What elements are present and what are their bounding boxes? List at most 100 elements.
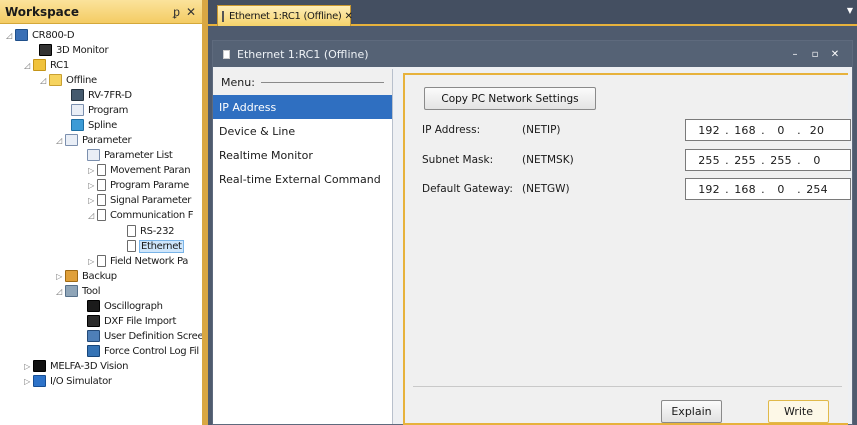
minimize-icon[interactable]: –: [788, 49, 802, 60]
close-icon[interactable]: ✕: [186, 5, 196, 19]
force-control-icon: [87, 345, 100, 357]
field-label: IP Address:: [422, 124, 481, 136]
tree-item-user-definition-screen[interactable]: User Definition Scree: [86, 329, 204, 343]
tree-item-label: Program Parame: [110, 179, 190, 191]
tree-item-dxf-file-import[interactable]: DXF File Import: [86, 314, 177, 328]
tree-item-io-simulator[interactable]: ▷ I/O Simulator: [22, 374, 113, 388]
tree-item-rs-232[interactable]: RS-232: [126, 224, 175, 238]
tree-item-label: Oscillograph: [104, 300, 163, 312]
subnet-mask-input[interactable]: 255. 255. 255. 0: [685, 149, 851, 171]
tab-ethernet[interactable]: Ethernet 1:RC1 (Offline) ✕: [217, 5, 353, 26]
tree-item-label: RC1: [50, 59, 69, 71]
tree-item-label: Force Control Log Fil: [104, 345, 199, 357]
tree-item-backup[interactable]: ▷ Backup: [54, 269, 118, 283]
file-icon: [222, 10, 224, 22]
tab-label: Ethernet 1:RC1 (Offline): [229, 10, 342, 22]
field-variable: (NETMSK): [522, 154, 574, 166]
tree-item-label: Movement Paran: [110, 164, 191, 176]
tree-item-label: Field Network Pa: [110, 255, 189, 267]
expand-icon[interactable]: ▷: [86, 181, 96, 190]
tree-item-oscillograph[interactable]: Oscillograph: [86, 299, 164, 313]
collapse-icon[interactable]: ◿: [22, 61, 32, 70]
file-icon: [127, 225, 136, 237]
expand-icon[interactable]: ▷: [86, 257, 96, 266]
tree-item-program-parameter[interactable]: ▷ Program Parame: [86, 178, 190, 192]
tree-item-cr800d[interactable]: ◿ CR800-D: [4, 28, 75, 42]
default-gateway-input[interactable]: 192. 168. 0. 254: [685, 178, 851, 200]
expand-icon[interactable]: ▷: [22, 377, 32, 386]
ip-address-input[interactable]: 192. 168. 0. 20: [685, 119, 851, 141]
tree-item-ethernet[interactable]: Ethernet: [126, 239, 184, 253]
menu-divider: [260, 82, 384, 83]
octet: 254: [806, 182, 828, 196]
octet: 255: [770, 153, 792, 167]
offline-icon: [49, 74, 62, 86]
collapse-icon[interactable]: ◿: [54, 287, 64, 296]
tree-item-force-control-log[interactable]: Force Control Log Fil: [86, 344, 200, 358]
tree-item-label: MELFA-3D Vision: [50, 360, 129, 372]
tab-list-dropdown-icon[interactable]: ▼: [847, 6, 853, 15]
collapse-icon[interactable]: ◿: [54, 136, 64, 145]
tree-item-label: Program: [88, 104, 129, 116]
expand-icon[interactable]: ▷: [22, 362, 32, 371]
explain-button[interactable]: Explain: [661, 400, 722, 423]
tree-item-offline[interactable]: ◿ Offline: [38, 73, 98, 87]
expand-icon[interactable]: ▷: [86, 196, 96, 205]
tree-item-label: CR800-D: [32, 29, 75, 41]
field-label: Default Gateway:: [422, 183, 513, 195]
tree-item-communication-parameter[interactable]: ◿ Communication F: [86, 208, 194, 222]
tree-item-melfa-3d-vision[interactable]: ▷ MELFA-3D Vision: [22, 359, 129, 373]
file-icon: [223, 49, 230, 59]
copy-pc-network-settings-button[interactable]: Copy PC Network Settings: [424, 87, 596, 110]
window-title-bar: Ethernet 1:RC1 (Offline) – ▫ ✕: [213, 41, 852, 67]
tree-item-spline[interactable]: Spline: [70, 118, 118, 132]
file-icon: [127, 240, 136, 252]
menu-item-device-line[interactable]: Device & Line: [213, 119, 392, 143]
octet: 192: [698, 123, 720, 137]
octet: 20: [809, 123, 825, 137]
3d-monitor-icon: [39, 44, 52, 56]
menu-item-realtime-external-command[interactable]: Real-time External Command: [213, 167, 392, 191]
tree-item-parameter[interactable]: ◿ Parameter: [54, 133, 132, 147]
expand-icon[interactable]: ▷: [86, 166, 96, 175]
octet: 0: [777, 123, 785, 137]
tree-item-label: DXF File Import: [104, 315, 177, 327]
tree-item-label: RV-7FR-D: [88, 89, 132, 101]
backup-icon: [65, 270, 78, 282]
tree-item-label: Parameter: [82, 134, 132, 146]
menu-item-ip-address[interactable]: IP Address: [213, 95, 392, 119]
tree-item-rc1[interactable]: ◿ RC1: [22, 58, 70, 72]
tree-item-label: Parameter List: [104, 149, 173, 161]
tab-close-icon[interactable]: ✕: [345, 11, 353, 22]
collapse-icon[interactable]: ◿: [86, 211, 96, 220]
tree-item-rv-7fr-d[interactable]: RV-7FR-D: [70, 88, 133, 102]
main-area: Ethernet 1:RC1 (Offline) ✕ ▼ Ethernet 1:…: [208, 0, 857, 425]
tree-item-tool[interactable]: ◿ Tool: [54, 284, 101, 298]
default-gateway-row: Default Gateway: (NETGW) 192. 168. 0. 25…: [422, 178, 851, 200]
tree-item-label: RS-232: [140, 225, 175, 237]
collapse-icon[interactable]: ◿: [4, 31, 14, 40]
write-button[interactable]: Write: [768, 400, 829, 423]
collapse-icon[interactable]: ◿: [38, 76, 48, 85]
tree-item-label: Communication F: [110, 209, 194, 221]
tree-item-program[interactable]: Program: [70, 103, 129, 117]
pin-icon[interactable]: ᵱ: [173, 5, 180, 19]
tree-item-movement-parameter[interactable]: ▷ Movement Paran: [86, 163, 191, 177]
restore-icon[interactable]: ▫: [808, 49, 822, 60]
tree-item-3d-monitor[interactable]: 3D Monitor: [38, 43, 109, 57]
tree-item-signal-parameter[interactable]: ▷ Signal Parameter: [86, 193, 192, 207]
window-title: Ethernet 1:RC1 (Offline): [237, 47, 369, 61]
file-icon: [97, 194, 106, 206]
tree-item-field-network-parameter[interactable]: ▷ Field Network Pa: [86, 254, 189, 268]
spline-icon: [71, 119, 84, 131]
file-icon: [97, 255, 106, 267]
tree-item-parameter-list[interactable]: Parameter List: [86, 148, 174, 162]
tree-item-label: I/O Simulator: [50, 375, 112, 387]
close-icon[interactable]: ✕: [828, 49, 842, 60]
menu-item-realtime-monitor[interactable]: Realtime Monitor: [213, 143, 392, 167]
tree-item-label: Backup: [82, 270, 117, 282]
document-tab-strip: Ethernet 1:RC1 (Offline) ✕ ▼: [208, 0, 857, 26]
workspace-header: Workspace ᵱ ✕: [0, 0, 202, 24]
field-variable: (NETGW): [522, 183, 570, 195]
expand-icon[interactable]: ▷: [54, 272, 64, 281]
